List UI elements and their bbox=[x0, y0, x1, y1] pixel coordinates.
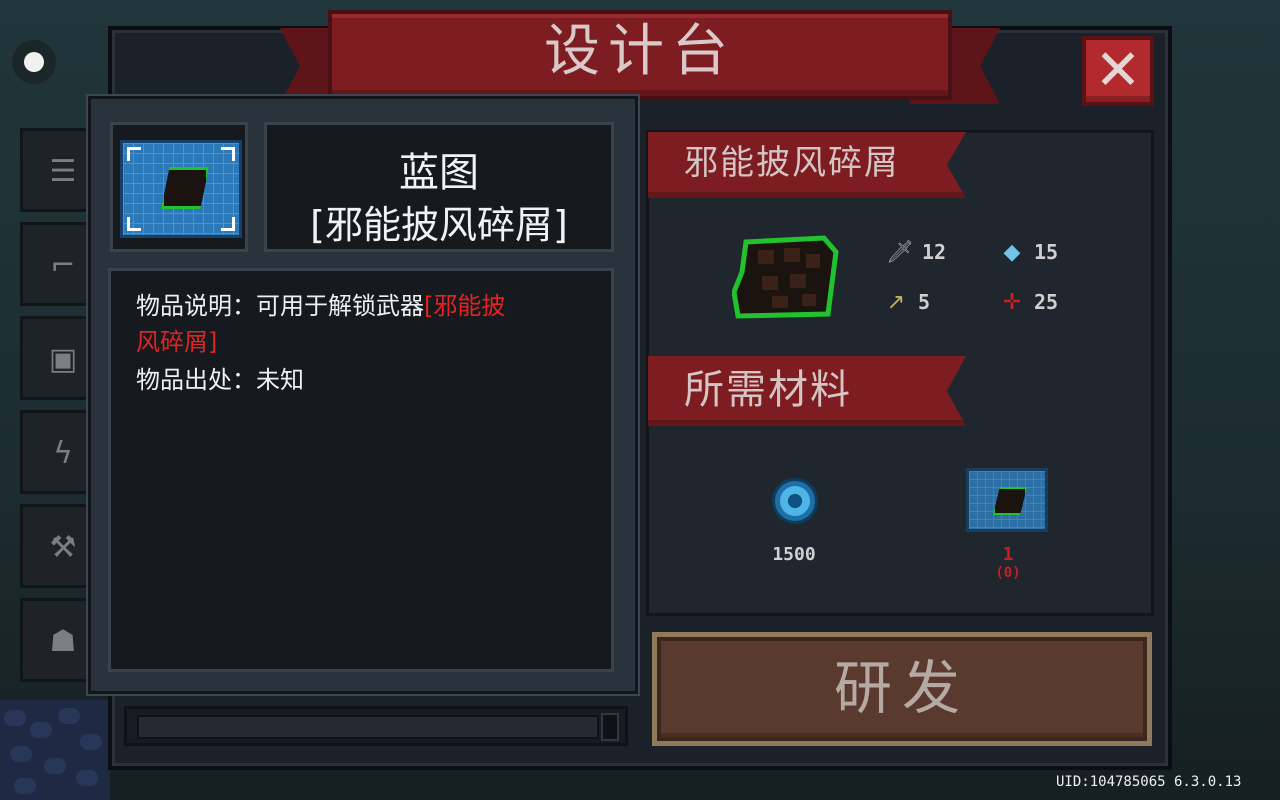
gun-icon: ⌐ bbox=[50, 248, 76, 283]
armor-icon: ▣ bbox=[48, 342, 78, 377]
materials-ribbon: 所需材料 bbox=[648, 356, 966, 426]
bottom-bar bbox=[124, 706, 628, 746]
gem-count: 1500 bbox=[772, 544, 816, 565]
weapon-name-highlight: [邪能披 bbox=[424, 292, 506, 320]
item-name: 邪能披风碎屑 bbox=[684, 143, 900, 183]
material-blueprint: 1 (0) bbox=[968, 544, 1048, 581]
close-icon: ✕ bbox=[1094, 38, 1142, 103]
materials-title: 所需材料 bbox=[684, 367, 852, 413]
workbench-icon: ⚒ bbox=[49, 530, 77, 565]
close-button[interactable]: ✕ bbox=[1082, 36, 1154, 106]
source-line: 物品出处：未知 bbox=[136, 366, 304, 394]
popup-subtitle: [邪能披风碎屑] bbox=[310, 203, 568, 247]
gem-icon bbox=[772, 478, 818, 524]
lightning-icon: ϟ bbox=[53, 436, 73, 471]
popup-title: 蓝图 bbox=[399, 150, 479, 196]
side-tab-skills[interactable]: ϟ bbox=[20, 410, 92, 494]
blueprint-owned: (0) bbox=[995, 565, 1021, 581]
stat-spread: ✛ 25 bbox=[998, 288, 1058, 316]
blueprint-required: 1 bbox=[1002, 544, 1014, 565]
circle-icon bbox=[24, 52, 44, 72]
side-tab-armor[interactable]: ▣ bbox=[20, 316, 92, 400]
stat-crit: ↗ 5 bbox=[882, 288, 930, 316]
side-tab-robot[interactable]: ☗ bbox=[20, 598, 92, 682]
weapon-name-highlight: 风碎屑] bbox=[136, 328, 218, 356]
blueprint-icon[interactable] bbox=[966, 468, 1048, 532]
weapon-sprite bbox=[732, 235, 839, 319]
diamond-icon: ◆ bbox=[1003, 239, 1021, 265]
side-tab-weapons[interactable]: ⌐ bbox=[20, 222, 92, 306]
floor-tiles bbox=[0, 700, 110, 800]
stat-energy: ◆ 15 bbox=[998, 238, 1059, 266]
side-tab-workbench[interactable]: ⚒ bbox=[20, 504, 92, 588]
crosshair-icon: ✛ bbox=[1002, 289, 1022, 315]
list-icon: ☰ bbox=[49, 154, 77, 189]
robot-icon: ☗ bbox=[49, 624, 77, 659]
uid-version: UID:104785065 6.3.0.13 bbox=[1056, 774, 1242, 790]
side-tab-list[interactable]: ☰ bbox=[20, 128, 92, 212]
description-line-continued: 风碎屑] bbox=[136, 322, 217, 357]
research-button[interactable]: 研发 bbox=[652, 632, 1152, 746]
description-line: 物品说明：可用于解锁武器[邪能披 bbox=[136, 292, 506, 320]
item-name-ribbon: 邪能披风碎屑 bbox=[648, 132, 966, 198]
dagger-icon: ↗ bbox=[886, 289, 906, 315]
back-button[interactable] bbox=[12, 40, 56, 84]
stat-damage: 🗡 12 bbox=[886, 239, 947, 265]
material-gem: 1500 bbox=[756, 544, 832, 565]
blueprint-icon bbox=[120, 140, 242, 238]
sword-icon: 🗡 bbox=[886, 239, 914, 265]
